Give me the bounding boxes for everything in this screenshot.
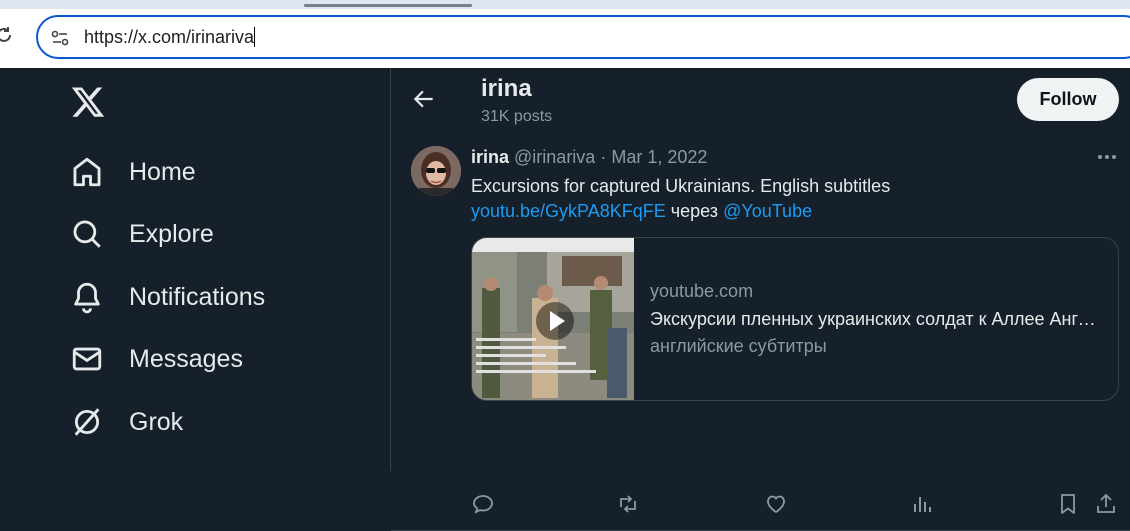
author-handle[interactable]: @irinariva <box>514 147 595 167</box>
views-icon[interactable] <box>910 492 934 516</box>
play-icon[interactable] <box>535 301 575 341</box>
tweet-body: Excursions for captured Ukrainians. Engl… <box>471 176 891 196</box>
link-card[interactable]: youtube.com Экскурсии пленных украинских… <box>471 237 1119 401</box>
tweet-text: Excursions for captured Ukrainians. Engl… <box>471 174 890 224</box>
sidebar-item-home[interactable]: Home <box>70 150 196 194</box>
text-caret <box>254 27 256 47</box>
reply-icon[interactable] <box>471 492 495 516</box>
active-tab-indicator[interactable] <box>304 4 472 7</box>
grok-icon <box>74 408 100 436</box>
author-name[interactable]: irina <box>471 147 509 167</box>
reload-icon[interactable] <box>0 25 14 45</box>
browser-toolbar: https://x.com/irinariva <box>0 0 1130 68</box>
site-info-icon[interactable] <box>50 28 70 48</box>
home-icon <box>73 157 101 187</box>
sidebar-item-label: Notifications <box>129 282 266 311</box>
sidebar-item-label: Home <box>129 157 196 186</box>
retweet-icon[interactable] <box>616 492 640 516</box>
tweet-date[interactable]: Mar 1, 2022 <box>611 147 707 167</box>
card-title: Экскурсии пленных украинских солдат к Ал… <box>650 309 1105 329</box>
sidebar-item-label: Messages <box>129 344 243 373</box>
envelope-icon <box>72 347 102 371</box>
share-icon[interactable] <box>1094 492 1118 516</box>
url-value: https://x.com/irinariva <box>84 27 255 47</box>
like-icon[interactable] <box>764 492 788 516</box>
profile-name: irina <box>481 75 532 102</box>
url-text[interactable]: https://x.com/irinariva <box>84 27 256 48</box>
bookmark-icon[interactable] <box>1056 492 1080 516</box>
sidebar-item-grok[interactable]: Grok <box>70 400 183 444</box>
search-icon <box>73 220 101 248</box>
avatar[interactable] <box>411 146 461 196</box>
tab-strip <box>0 0 1130 9</box>
tweet-link[interactable]: youtu.be/GykPA8KFqFE <box>471 201 666 221</box>
post-count: 31K posts <box>481 108 553 125</box>
sidebar-item-label: Explore <box>129 219 214 248</box>
more-options-icon[interactable] <box>1095 147 1119 167</box>
back-arrow-icon[interactable] <box>411 86 437 112</box>
separator-dot: · <box>600 147 607 167</box>
bell-icon <box>74 282 100 314</box>
tweet[interactable]: irina @irinariva · Mar 1, 2022 Excursion… <box>391 143 1130 531</box>
sidebar-item-explore[interactable]: Explore <box>70 212 214 256</box>
video-thumbnail[interactable] <box>472 238 634 400</box>
tweet-header: irina @irinariva · Mar 1, 2022 <box>471 147 707 168</box>
sidebar-item-label: Grok <box>129 407 184 436</box>
sidebar: Home Explore Notifications Messages Grok <box>0 68 390 471</box>
address-bar[interactable]: https://x.com/irinariva <box>36 15 1130 59</box>
x-app: Home Explore Notifications Messages Grok… <box>0 68 1130 531</box>
card-domain: youtube.com <box>650 281 754 301</box>
sidebar-item-messages[interactable]: Messages <box>70 337 243 381</box>
sidebar-item-notifications[interactable]: Notifications <box>70 275 265 319</box>
card-description: английские субтитры <box>650 336 827 356</box>
x-logo-icon[interactable] <box>70 84 106 120</box>
follow-button[interactable]: Follow <box>1017 78 1119 121</box>
main-column: irina 31K posts Follow irina @irinariva … <box>391 68 1130 531</box>
via-text: через <box>670 201 719 221</box>
mention-link[interactable]: @YouTube <box>723 201 812 221</box>
